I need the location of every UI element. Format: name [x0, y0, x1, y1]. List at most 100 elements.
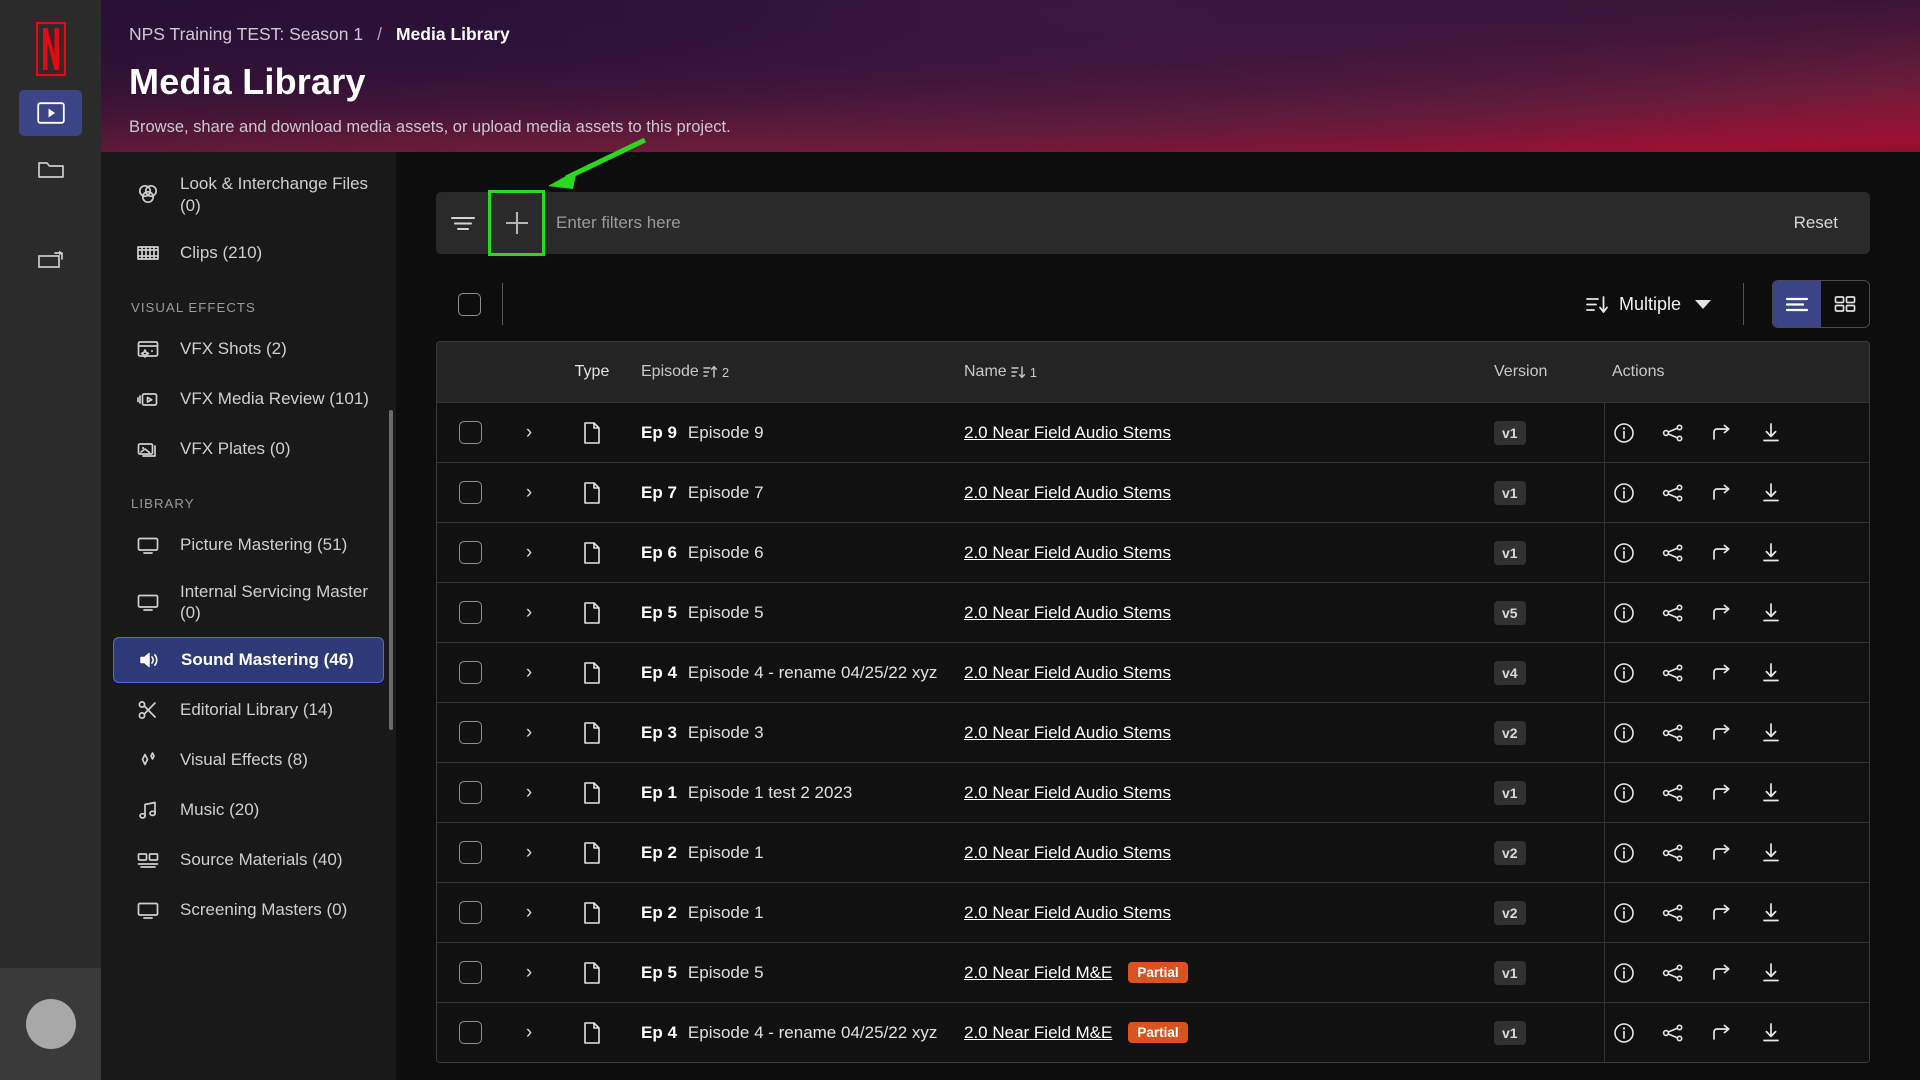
share-icon[interactable]: [1662, 1023, 1684, 1043]
row-checkbox[interactable]: [458, 1021, 482, 1044]
row-checkbox[interactable]: [458, 721, 482, 744]
row-name-link[interactable]: 2.0 Near Field M&E: [964, 1023, 1112, 1043]
download-icon[interactable]: [1760, 722, 1782, 743]
table-row[interactable]: › Ep 5 Episode 5 2.0 Near Field Audio Stems…: [437, 582, 1869, 642]
row-name-link[interactable]: 2.0 Near Field Audio Stems: [964, 903, 1171, 923]
forward-icon[interactable]: [1711, 483, 1733, 503]
row-expand-button[interactable]: ›: [503, 482, 555, 504]
chevron-down-icon[interactable]: [1695, 299, 1711, 309]
info-icon[interactable]: [1613, 962, 1635, 984]
table-row[interactable]: › Ep 5 Episode 5 2.0 Near Field M&E Partial v…: [437, 942, 1869, 1002]
row-checkbox[interactable]: [458, 541, 482, 564]
download-icon[interactable]: [1760, 482, 1782, 503]
header-episode[interactable]: Episode 2: [629, 363, 964, 381]
sidebar-item-internal-servicing-master-0[interactable]: Internal Servicing Master (0): [113, 572, 384, 634]
row-checkbox[interactable]: [458, 961, 482, 984]
forward-icon[interactable]: [1711, 423, 1733, 443]
table-row[interactable]: › Ep 4 Episode 4 - rename 04/25/22 xyz 2.0 …: [437, 1002, 1869, 1062]
info-icon[interactable]: [1613, 902, 1635, 924]
filter-input[interactable]: [543, 213, 1794, 233]
download-icon[interactable]: [1760, 842, 1782, 863]
row-checkbox-cell[interactable]: [437, 601, 503, 624]
share-icon[interactable]: [1662, 423, 1684, 443]
rail-item-transfer[interactable]: [19, 238, 82, 284]
row-checkbox-cell[interactable]: [437, 661, 503, 684]
row-checkbox-cell[interactable]: [437, 1021, 503, 1044]
row-checkbox-cell[interactable]: [437, 901, 503, 924]
sidebar-item-picture-mastering-51[interactable]: Picture Mastering (51): [113, 522, 384, 568]
list-view-button[interactable]: [1773, 281, 1821, 327]
download-icon[interactable]: [1760, 1022, 1782, 1043]
row-checkbox-cell[interactable]: [437, 481, 503, 504]
row-name-link[interactable]: 2.0 Near Field Audio Stems: [964, 843, 1171, 863]
rail-item-folder[interactable]: [19, 146, 82, 192]
sidebar-item-music-20[interactable]: Music (20): [113, 787, 384, 833]
header-version[interactable]: Version: [1494, 363, 1604, 381]
row-checkbox-cell[interactable]: [437, 421, 503, 444]
forward-icon[interactable]: [1711, 963, 1733, 983]
sidebar-item-vfx-shots-2[interactable]: VFX Shots (2): [113, 326, 384, 372]
info-icon[interactable]: [1613, 782, 1635, 804]
forward-icon[interactable]: [1711, 843, 1733, 863]
row-checkbox-cell[interactable]: [437, 961, 503, 984]
grid-view-button[interactable]: [1821, 281, 1869, 327]
row-expand-button[interactable]: ›: [503, 662, 555, 684]
reset-button[interactable]: Reset: [1794, 213, 1870, 233]
table-row[interactable]: › Ep 2 Episode 1 2.0 Near Field Audio Stems…: [437, 822, 1869, 882]
row-checkbox[interactable]: [458, 661, 482, 684]
download-icon[interactable]: [1760, 542, 1782, 563]
download-icon[interactable]: [1760, 662, 1782, 683]
row-expand-button[interactable]: ›: [503, 602, 555, 624]
sidebar-scrollbar[interactable]: [389, 410, 393, 730]
sort-control[interactable]: Multiple: [1560, 294, 1737, 315]
share-icon[interactable]: [1662, 723, 1684, 743]
row-checkbox-cell[interactable]: [437, 841, 503, 864]
rail-item-media-player[interactable]: [19, 90, 82, 136]
sidebar-item-vfx-plates-0[interactable]: VFX Plates (0): [113, 426, 384, 472]
row-expand-button[interactable]: ›: [503, 842, 555, 864]
row-checkbox[interactable]: [458, 901, 482, 924]
row-checkbox[interactable]: [458, 481, 482, 504]
table-row[interactable]: › Ep 4 Episode 4 - rename 04/25/22 xyz 2.0 …: [437, 642, 1869, 702]
sidebar-item-sound-mastering-46[interactable]: Sound Mastering (46): [113, 637, 384, 683]
info-icon[interactable]: [1613, 422, 1635, 444]
share-icon[interactable]: [1662, 543, 1684, 563]
row-expand-button[interactable]: ›: [503, 902, 555, 924]
avatar[interactable]: [25, 999, 76, 1049]
forward-icon[interactable]: [1711, 783, 1733, 803]
row-expand-button[interactable]: ›: [503, 962, 555, 984]
row-expand-button[interactable]: ›: [503, 722, 555, 744]
download-icon[interactable]: [1760, 422, 1782, 443]
select-all-wrap[interactable]: [436, 292, 502, 316]
table-row[interactable]: › Ep 2 Episode 1 2.0 Near Field Audio Stems…: [437, 882, 1869, 942]
row-checkbox-cell[interactable]: [437, 781, 503, 804]
add-filter-button[interactable]: [488, 190, 545, 256]
table-row[interactable]: › Ep 6 Episode 6 2.0 Near Field Audio Stems…: [437, 522, 1869, 582]
sidebar-item-clips-210[interactable]: Clips (210): [113, 230, 384, 276]
info-icon[interactable]: [1613, 842, 1635, 864]
forward-icon[interactable]: [1711, 543, 1733, 563]
row-checkbox[interactable]: [458, 841, 482, 864]
breadcrumb-project[interactable]: NPS Training TEST: Season 1: [129, 24, 363, 45]
download-icon[interactable]: [1760, 962, 1782, 983]
share-icon[interactable]: [1662, 963, 1684, 983]
row-checkbox-cell[interactable]: [437, 541, 503, 564]
row-expand-button[interactable]: ›: [503, 1022, 555, 1044]
row-expand-button[interactable]: ›: [503, 782, 555, 804]
forward-icon[interactable]: [1711, 723, 1733, 743]
row-name-link[interactable]: 2.0 Near Field M&E: [964, 963, 1112, 983]
table-row[interactable]: › Ep 1 Episode 1 test 2 2023 2.0 Near Field…: [437, 762, 1869, 822]
sidebar-item-visual-effects-8[interactable]: Visual Effects (8): [113, 737, 384, 783]
row-checkbox[interactable]: [458, 601, 482, 624]
table-row[interactable]: › Ep 9 Episode 9 2.0 Near Field Audio Stems…: [437, 402, 1869, 462]
sidebar-item-vfx-media-review-101[interactable]: VFX Media Review (101): [113, 376, 384, 422]
forward-icon[interactable]: [1711, 663, 1733, 683]
row-name-link[interactable]: 2.0 Near Field Audio Stems: [964, 483, 1171, 503]
row-name-link[interactable]: 2.0 Near Field Audio Stems: [964, 723, 1171, 743]
info-icon[interactable]: [1613, 662, 1635, 684]
info-icon[interactable]: [1613, 482, 1635, 504]
row-checkbox[interactable]: [458, 421, 482, 444]
forward-icon[interactable]: [1711, 603, 1733, 623]
info-icon[interactable]: [1613, 542, 1635, 564]
sidebar-item-look-interchange-files-0[interactable]: Look & Interchange Files (0): [113, 164, 384, 226]
